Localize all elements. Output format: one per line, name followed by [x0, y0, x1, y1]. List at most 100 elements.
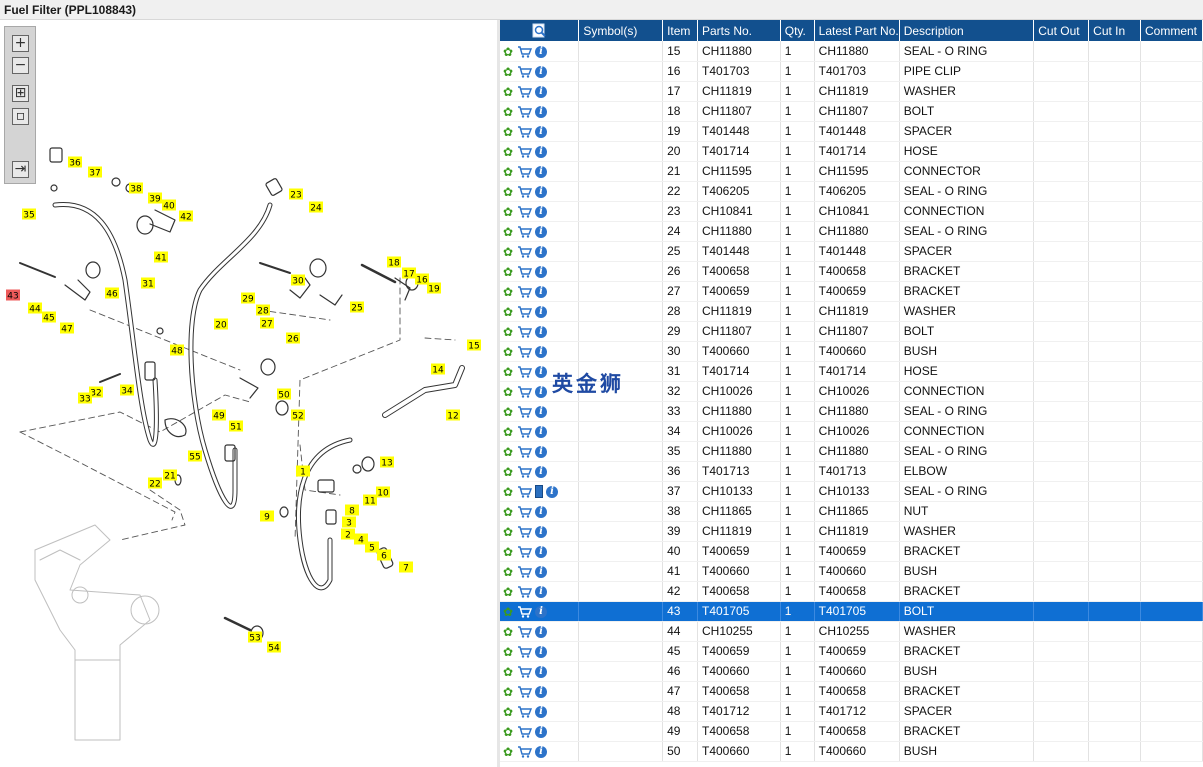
callout-24[interactable]: 24 [309, 201, 323, 214]
cart-icon[interactable] [517, 546, 532, 558]
callout-label[interactable]: 20 [215, 320, 227, 330]
gear-icon[interactable]: ✿ [502, 506, 514, 518]
callout-label[interactable]: 30 [292, 276, 304, 286]
callout-22[interactable]: 22 [148, 477, 162, 490]
callout-label[interactable]: 36 [69, 158, 81, 168]
table-row[interactable]: ✿ i 33 CH11880 1 CH11880 SEAL - O RING [500, 401, 1203, 422]
callout-label[interactable]: 46 [106, 289, 118, 299]
callout-33[interactable]: 33 [78, 392, 92, 405]
gear-icon[interactable]: ✿ [502, 346, 514, 358]
cart-icon[interactable] [517, 306, 532, 318]
callout-label[interactable]: 2 [345, 530, 351, 540]
table-row[interactable]: ✿ i 23 CH10841 1 CH10841 CONNECTION [500, 201, 1203, 222]
gear-icon[interactable]: ✿ [502, 266, 514, 278]
info-icon[interactable]: i [546, 485, 558, 498]
info-icon[interactable]: i [535, 465, 547, 478]
cart-icon[interactable] [517, 626, 532, 638]
callout-label[interactable]: 35 [23, 210, 34, 220]
callout-26[interactable]: 26 [286, 332, 300, 345]
info-icon[interactable]: i [535, 585, 547, 598]
info-icon[interactable]: i [535, 425, 547, 438]
table-row[interactable]: ✿ i 22 T406205 1 T406205 SEAL - O RING [500, 181, 1203, 202]
cart-icon[interactable] [517, 646, 532, 658]
table-row[interactable]: ✿ i 44 CH10255 1 CH10255 WASHER [500, 621, 1203, 642]
info-icon[interactable]: i [535, 245, 547, 258]
cart-icon[interactable] [517, 126, 532, 138]
callout-label[interactable]: 18 [388, 258, 400, 268]
column-header-comment[interactable]: Comment [1140, 20, 1203, 41]
gear-icon[interactable]: ✿ [502, 426, 514, 438]
callout-25[interactable]: 25 [350, 301, 364, 314]
callout-18[interactable]: 18 [387, 256, 401, 269]
column-header-latest-part-no[interactable]: Latest Part No. [814, 20, 900, 41]
callout-label[interactable]: 51 [230, 422, 241, 432]
cart-icon[interactable] [517, 386, 532, 398]
table-row[interactable]: ✿ i 30 T400660 1 T400660 BUSH [500, 341, 1203, 362]
callout-20[interactable]: 20 [214, 318, 228, 331]
callout-label[interactable]: 9 [264, 512, 270, 522]
callout-34[interactable]: 34 [120, 384, 134, 397]
table-row[interactable]: ✿ i 37 CH10133 1 CH10133 SEAL - O RING [500, 481, 1203, 502]
cart-icon[interactable] [517, 45, 532, 58]
callout-50[interactable]: 50 [277, 388, 291, 401]
callout-10[interactable]: 10 [376, 486, 390, 499]
callout-46[interactable]: 46 [105, 287, 119, 300]
callout-label[interactable]: 29 [242, 294, 254, 304]
gear-icon[interactable]: ✿ [502, 226, 514, 238]
cart-icon[interactable] [517, 206, 532, 218]
info-icon[interactable]: i [535, 265, 547, 278]
diagram-canvas[interactable]: 1234567891011121314151617181920212223242… [0, 20, 497, 767]
table-row[interactable]: ✿ i 17 CH11819 1 CH11819 WASHER [500, 81, 1203, 102]
gear-icon[interactable]: ✿ [502, 486, 514, 498]
column-header-item[interactable]: Item [662, 20, 698, 41]
info-icon[interactable]: i [535, 405, 547, 418]
callout-label[interactable]: 37 [89, 168, 100, 178]
table-row[interactable]: ✿ i 34 CH10026 1 CH10026 CONNECTION [500, 421, 1203, 442]
callout-23[interactable]: 23 [289, 188, 303, 201]
table-row[interactable]: ✿ i 45 T400659 1 T400659 BRACKET [500, 641, 1203, 662]
cart-icon[interactable] [517, 686, 532, 698]
column-header-description[interactable]: Description [899, 20, 1035, 41]
callout-label[interactable]: 7 [403, 563, 409, 573]
info-icon[interactable]: i [535, 745, 547, 758]
callout-19[interactable]: 19 [427, 282, 441, 295]
callout-27[interactable]: 27 [260, 317, 274, 330]
zoom-out-icon[interactable]: − [12, 57, 29, 74]
callout-51[interactable]: 51 [229, 420, 243, 433]
callout-36[interactable]: 36 [68, 156, 82, 169]
callout-12[interactable]: 12 [446, 409, 460, 422]
callout-label[interactable]: 53 [249, 633, 260, 643]
callout-21[interactable]: 21 [163, 469, 177, 482]
callout-label[interactable]: 39 [149, 194, 161, 204]
callout-label[interactable]: 42 [180, 212, 191, 222]
callout-label[interactable]: 24 [310, 203, 322, 213]
callout-7[interactable]: 7 [399, 561, 413, 574]
table-row[interactable]: ✿ i 36 T401713 1 T401713 ELBOW [500, 461, 1203, 482]
info-icon[interactable]: i [535, 365, 547, 378]
column-header-symbols[interactable]: Symbol(s) [578, 20, 664, 41]
cart-icon[interactable] [517, 506, 532, 518]
callout-13[interactable]: 13 [380, 456, 394, 469]
table-row[interactable]: ✿ i 16 T401703 1 T401703 PIPE CLIP [500, 61, 1203, 82]
callout-11[interactable]: 11 [363, 494, 377, 507]
gear-icon[interactable]: ✿ [502, 286, 514, 298]
gear-icon[interactable]: ✿ [502, 66, 514, 78]
table-row[interactable]: ✿ i 15 CH11880 1 CH11880 SEAL - O RING [500, 41, 1203, 62]
table-row[interactable]: ✿ i 50 T400660 1 T400660 BUSH [500, 741, 1203, 762]
fit-window-icon[interactable]: ▫ [12, 108, 29, 125]
info-icon[interactable]: i [535, 185, 547, 198]
table-row[interactable]: ✿ i 24 CH11880 1 CH11880 SEAL - O RING [500, 221, 1203, 242]
gear-icon[interactable]: ✿ [502, 386, 514, 398]
gear-icon[interactable]: ✿ [502, 166, 514, 178]
table-row[interactable]: ✿ i 48 T401712 1 T401712 SPACER [500, 701, 1203, 722]
cart-icon[interactable] [517, 586, 532, 598]
gear-icon[interactable]: ✿ [502, 646, 514, 658]
gear-icon[interactable]: ✿ [502, 106, 514, 118]
gear-icon[interactable]: ✿ [502, 706, 514, 718]
callout-label[interactable]: 19 [428, 284, 440, 294]
info-icon[interactable]: i [535, 285, 547, 298]
callout-54[interactable]: 54 [267, 641, 281, 654]
gear-icon[interactable]: ✿ [502, 626, 514, 638]
info-icon[interactable]: i [535, 305, 547, 318]
cart-icon[interactable] [517, 246, 532, 258]
